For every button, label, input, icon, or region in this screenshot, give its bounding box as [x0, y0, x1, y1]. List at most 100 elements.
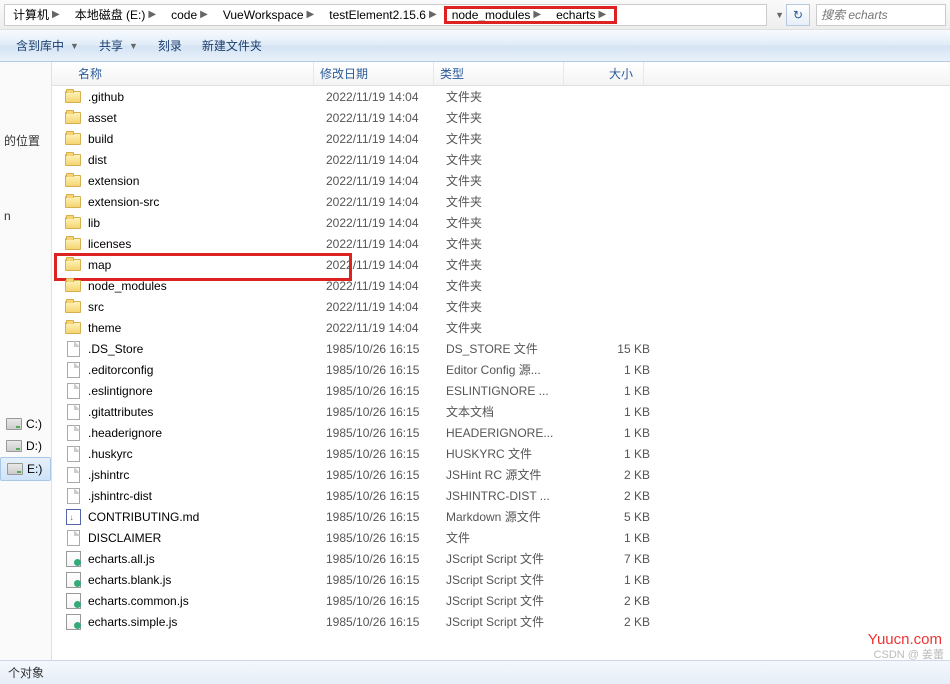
sidebar-drive-c[interactable]: C:) [0, 413, 51, 435]
table-row[interactable]: asset2022/11/19 14:04文件夹 [52, 107, 950, 128]
cell-date: 2022/11/19 14:04 [326, 237, 446, 251]
cell-type: 文件夹 [446, 130, 576, 147]
md-icon [64, 508, 82, 526]
cell-name: extension [88, 174, 326, 188]
cell-date: 1985/10/26 16:15 [326, 489, 446, 503]
table-row[interactable]: .huskyrc1985/10/26 16:15HUSKYRC 文件1 KB [52, 443, 950, 464]
bc-node-modules[interactable]: node_modules▶ [446, 8, 550, 22]
sidebar-unknown[interactable]: n [0, 199, 51, 233]
table-row[interactable]: src2022/11/19 14:04文件夹 [52, 296, 950, 317]
cell-type: 文件夹 [446, 88, 576, 105]
cell-date: 1985/10/26 16:15 [326, 384, 446, 398]
folder-icon [64, 214, 82, 232]
chevron-down-icon[interactable]: ▼ [775, 10, 784, 20]
table-row[interactable]: echarts.blank.js1985/10/26 16:15JScript … [52, 569, 950, 590]
bc-vue[interactable]: VueWorkspace▶ [217, 5, 323, 25]
cell-name: .huskyrc [88, 447, 326, 461]
table-row[interactable]: .headerignore1985/10/26 16:15HEADERIGNOR… [52, 422, 950, 443]
table-row[interactable]: echarts.common.js1985/10/26 16:15JScript… [52, 590, 950, 611]
table-row[interactable]: licenses2022/11/19 14:04文件夹 [52, 233, 950, 254]
table-row[interactable]: echarts.all.js1985/10/26 16:15JScript Sc… [52, 548, 950, 569]
cell-type: 文件夹 [446, 193, 576, 210]
cell-date: 1985/10/26 16:15 [326, 510, 446, 524]
table-row[interactable]: .gitattributes1985/10/26 16:15文本文档1 KB [52, 401, 950, 422]
chevron-right-icon[interactable]: ▶ [145, 9, 159, 20]
table-row[interactable]: DISCLAIMER1985/10/26 16:15文件1 KB [52, 527, 950, 548]
cell-date: 2022/11/19 14:04 [326, 216, 446, 230]
cell-date: 1985/10/26 16:15 [326, 405, 446, 419]
table-row[interactable]: dist2022/11/19 14:04文件夹 [52, 149, 950, 170]
cell-name: DISCLAIMER [88, 531, 326, 545]
table-row[interactable]: extension-src2022/11/19 14:04文件夹 [52, 191, 950, 212]
cell-type: JScript Script 文件 [446, 592, 576, 609]
cell-type: 文件夹 [446, 214, 576, 231]
table-row[interactable]: theme2022/11/19 14:04文件夹 [52, 317, 950, 338]
chevron-right-icon[interactable]: ▶ [49, 9, 63, 20]
cell-date: 2022/11/19 14:04 [326, 321, 446, 335]
sidebar-drive-d[interactable]: D:) [0, 435, 51, 457]
table-row[interactable]: .editorconfig1985/10/26 16:15Editor Conf… [52, 359, 950, 380]
cell-date: 1985/10/26 16:15 [326, 615, 446, 629]
cell-date: 1985/10/26 16:15 [326, 552, 446, 566]
table-row[interactable]: .github2022/11/19 14:04文件夹 [52, 86, 950, 107]
table-row[interactable]: build2022/11/19 14:04文件夹 [52, 128, 950, 149]
cell-size: 1 KB [576, 363, 650, 377]
cell-name: lib [88, 216, 326, 230]
chevron-right-icon[interactable]: ▶ [530, 9, 544, 20]
chevron-right-icon[interactable]: ▶ [197, 9, 211, 20]
bc-test[interactable]: testElement2.15.6▶ [323, 5, 445, 25]
cell-name: dist [88, 153, 326, 167]
cell-date: 2022/11/19 14:04 [326, 300, 446, 314]
status-bar: 个对象 [0, 660, 950, 684]
table-row[interactable]: .DS_Store1985/10/26 16:15DS_STORE 文件15 K… [52, 338, 950, 359]
search-box[interactable] [816, 4, 946, 26]
bc-computer[interactable]: 计算机▶ [7, 5, 69, 25]
table-row[interactable]: .jshintrc-dist1985/10/26 16:15JSHINTRC-D… [52, 485, 950, 506]
table-row[interactable]: echarts.simple.js1985/10/26 16:15JScript… [52, 611, 950, 632]
tb-label: 共享 [99, 37, 123, 54]
table-row[interactable]: lib2022/11/19 14:04文件夹 [52, 212, 950, 233]
sidebar-drive-e[interactable]: E:) [0, 457, 51, 481]
search-input[interactable] [821, 8, 941, 22]
cell-date: 2022/11/19 14:04 [326, 279, 446, 293]
bc-echarts[interactable]: echarts▶ [550, 8, 615, 22]
cell-size: 7 KB [576, 552, 650, 566]
bc-code[interactable]: code▶ [165, 5, 217, 25]
cell-name: licenses [88, 237, 326, 251]
file-list: .github2022/11/19 14:04文件夹asset2022/11/1… [52, 86, 950, 632]
folder-icon [64, 319, 82, 337]
col-name[interactable]: 名称 [52, 62, 314, 85]
bc-drive[interactable]: 本地磁盘 (E:)▶ [69, 5, 165, 25]
include-library-button[interactable]: 含到库中▼ [6, 35, 89, 57]
table-row[interactable]: map2022/11/19 14:04文件夹 [52, 254, 950, 275]
burn-button[interactable]: 刻录 [148, 35, 192, 57]
sidebar-location[interactable]: 的位置 [0, 122, 51, 159]
col-date[interactable]: 修改日期 [314, 62, 434, 85]
table-row[interactable]: CONTRIBUTING.md1985/10/26 16:15Markdown … [52, 506, 950, 527]
table-row[interactable]: .eslintignore1985/10/26 16:15ESLINTIGNOR… [52, 380, 950, 401]
chevron-right-icon[interactable]: ▶ [595, 9, 609, 20]
cell-type: DS_STORE 文件 [446, 340, 576, 357]
cell-type: JSHINTRC-DIST ... [446, 489, 576, 503]
cell-type: ESLINTIGNORE ... [446, 384, 576, 398]
chevron-right-icon[interactable]: ▶ [426, 9, 440, 20]
file-icon [64, 403, 82, 421]
cell-date: 2022/11/19 14:04 [326, 132, 446, 146]
cell-date: 1985/10/26 16:15 [326, 594, 446, 608]
content: 名称 修改日期 类型 大小 .github2022/11/19 14:04文件夹… [52, 62, 950, 660]
table-row[interactable]: node_modules2022/11/19 14:04文件夹 [52, 275, 950, 296]
table-row[interactable]: extension2022/11/19 14:04文件夹 [52, 170, 950, 191]
breadcrumb[interactable]: 计算机▶ 本地磁盘 (E:)▶ code▶ VueWorkspace▶ test… [4, 4, 767, 26]
cell-type: 文件 [446, 529, 576, 546]
column-headers: 名称 修改日期 类型 大小 [52, 62, 950, 86]
share-button[interactable]: 共享▼ [89, 35, 148, 57]
col-type[interactable]: 类型 [434, 62, 564, 85]
cell-type: JSHint RC 源文件 [446, 466, 576, 483]
chevron-right-icon[interactable]: ▶ [304, 9, 318, 20]
refresh-button[interactable]: ↻ [786, 4, 810, 26]
col-size[interactable]: 大小 [564, 62, 644, 85]
drive-label: D:) [26, 439, 42, 453]
new-folder-button[interactable]: 新建文件夹 [192, 35, 272, 57]
table-row[interactable]: .jshintrc1985/10/26 16:15JSHint RC 源文件2 … [52, 464, 950, 485]
file-icon [64, 340, 82, 358]
